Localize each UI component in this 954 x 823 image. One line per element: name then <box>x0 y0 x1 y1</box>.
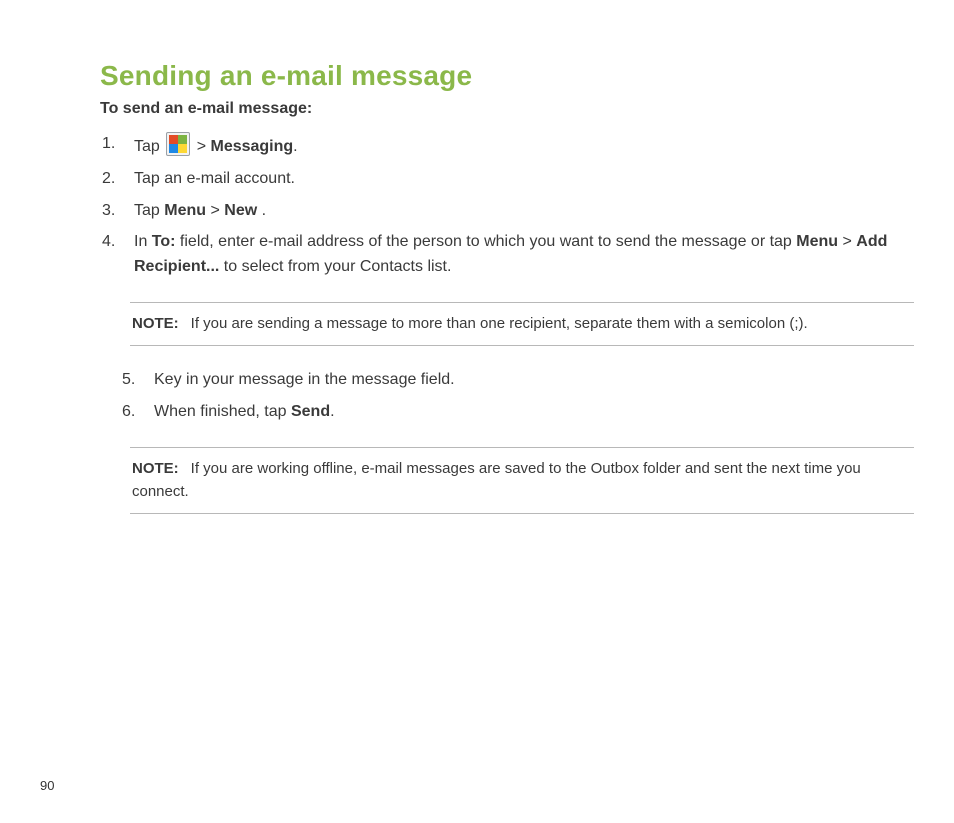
step-6-text-a: When finished, tap <box>154 403 291 420</box>
step-4-text-a: In <box>134 233 152 250</box>
note-2-label: NOTE: <box>132 460 179 477</box>
step-1-text-d: . <box>293 138 297 155</box>
step-3-text-a: Tap <box>134 202 164 219</box>
page-number: 90 <box>40 778 54 793</box>
page-content: Sending an e-mail message To send an e-m… <box>0 0 954 514</box>
step-4: In To: field, enter e-mail address of th… <box>102 230 914 280</box>
note-1-label: NOTE: <box>132 315 179 332</box>
step-2: Tap an e-mail account. <box>102 167 914 192</box>
step-3-new: New <box>224 202 257 219</box>
step-4-text-c: field, enter e-mail address of the perso… <box>175 233 796 250</box>
section-title: Sending an e-mail message <box>100 60 914 92</box>
step-6-text-c: . <box>330 403 334 420</box>
step-1-text-a: Tap <box>134 138 164 155</box>
step-1-messaging: Messaging <box>210 138 293 155</box>
note-2: NOTE:If you are working offline, e-mail … <box>130 447 914 514</box>
steps-list-2: Key in your message in the message field… <box>100 368 914 425</box>
step-6: When finished, tap Send. <box>102 400 914 425</box>
step-4-to: To: <box>152 233 176 250</box>
note-1-text: If you are sending a message to more tha… <box>191 315 808 332</box>
step-3-text-e: . <box>257 202 266 219</box>
step-4-menu: Menu <box>796 233 838 250</box>
step-1-text-b: > <box>192 138 210 155</box>
step-1: Tap > Messaging. <box>102 132 914 160</box>
step-3-text-c: > <box>206 202 224 219</box>
step-3: Tap Menu > New . <box>102 199 914 224</box>
step-5: Key in your message in the message field… <box>102 368 914 393</box>
windows-start-icon <box>166 132 190 156</box>
note-1: NOTE: If you are sending a message to mor… <box>130 302 914 347</box>
step-4-text-g: to select from your Contacts list. <box>219 258 451 275</box>
step-4-text-e: > <box>838 233 856 250</box>
subheading: To send an e-mail message: <box>100 100 914 118</box>
step-3-menu: Menu <box>164 202 206 219</box>
step-6-send: Send <box>291 403 330 420</box>
steps-list: Tap > Messaging. Tap an e-mail account. … <box>100 132 914 280</box>
note-2-text: If you are working offline, e-mail messa… <box>132 460 861 500</box>
